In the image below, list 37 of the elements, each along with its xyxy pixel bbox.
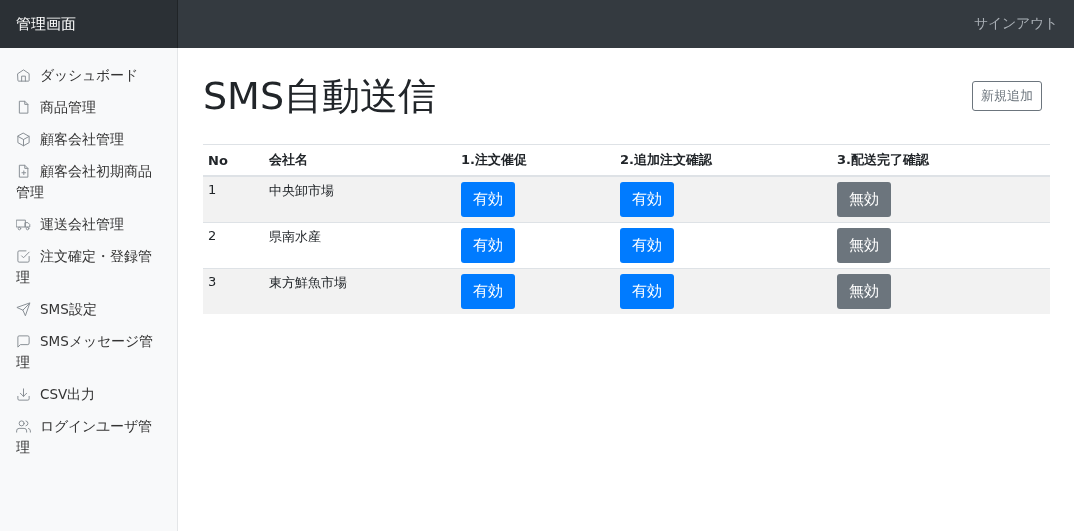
users-icon [16, 419, 31, 434]
file-icon [16, 100, 31, 115]
status-toggle-button[interactable]: 有効 [620, 228, 674, 263]
chat-icon [16, 334, 31, 349]
checkbox-icon [16, 249, 31, 264]
table-cell: 3 [203, 268, 264, 314]
sidebar-item[interactable]: SMSメッセージ管理 [0, 328, 177, 377]
table-cell: 1 [203, 176, 264, 223]
status-toggle-button[interactable]: 無効 [837, 228, 891, 263]
sidebar-item[interactable]: 顧客会社管理 [0, 126, 177, 154]
table-cell: 東方鮮魚市場 [264, 268, 456, 314]
page-title: SMS自動送信 [203, 73, 437, 120]
sidebar-item[interactable]: ダッシュボード [0, 62, 177, 90]
cube-icon [16, 132, 31, 147]
status-toggle-button[interactable]: 有効 [461, 182, 515, 217]
home-icon [16, 68, 31, 83]
sidebar-item[interactable]: ログインユーザ管理 [0, 413, 177, 462]
status-toggle-button[interactable]: 有効 [461, 274, 515, 309]
status-toggle-button[interactable]: 有効 [620, 274, 674, 309]
sidebar-item[interactable]: SMS設定 [0, 296, 177, 324]
status-toggle-button[interactable]: 無効 [837, 182, 891, 217]
send-icon [16, 302, 31, 317]
sidebar-item[interactable]: CSV出力 [0, 381, 177, 409]
status-toggle-button[interactable]: 有効 [620, 182, 674, 217]
download-icon [16, 387, 31, 402]
file-plus-icon [16, 164, 31, 179]
table-cell: 中央卸市場 [264, 176, 456, 223]
add-new-button[interactable]: 新規追加 [972, 81, 1042, 111]
status-toggle-button[interactable]: 無効 [837, 274, 891, 309]
brand-title: 管理画面 [0, 0, 178, 48]
sidebar-item[interactable]: 商品管理 [0, 94, 177, 122]
sidebar-item[interactable]: 注文確定・登録管理 [0, 243, 177, 292]
status-toggle-button[interactable]: 有効 [461, 228, 515, 263]
sidebar-item[interactable]: 顧客会社初期商品管理 [0, 158, 177, 207]
sidebar-item[interactable]: 運送会社管理 [0, 211, 177, 239]
truck-icon [16, 217, 31, 232]
sign-out-link[interactable]: サインアウト [974, 15, 1074, 33]
